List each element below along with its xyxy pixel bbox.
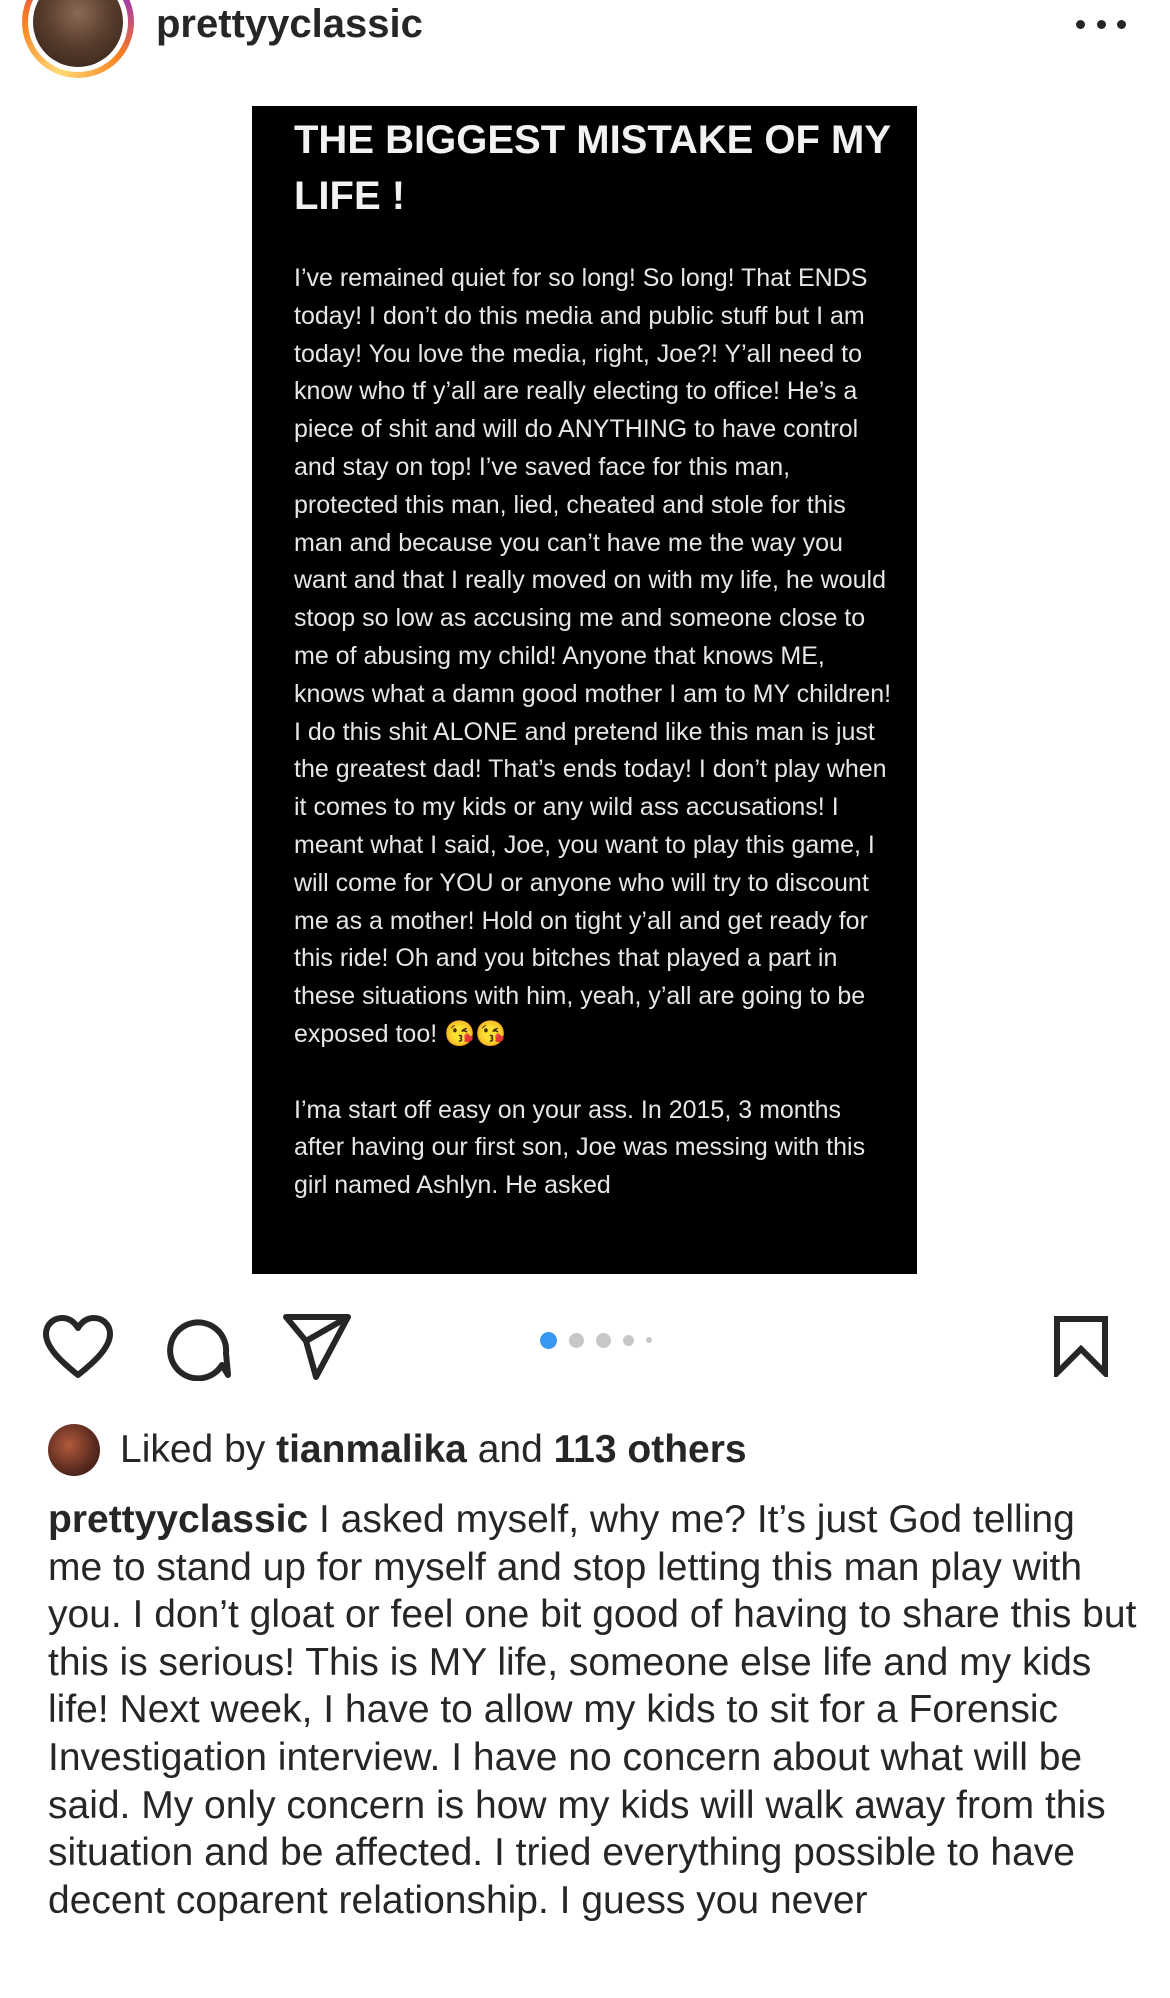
likes-text: Liked by tianmalika and 113 others: [120, 1428, 747, 1472]
carousel-indicator: [540, 1330, 652, 1350]
liker-avatar: [48, 1424, 100, 1476]
likes-middle: and: [466, 1428, 554, 1471]
post-media[interactable]: THE BIGGEST MISTAKE OF MY LIFE ! I’ve re…: [0, 106, 1170, 1276]
carousel-dot: [646, 1337, 652, 1343]
carousel-dot: [623, 1334, 634, 1346]
carousel-dot: [569, 1332, 584, 1348]
post-body: I’ve remained quiet for so long! So long…: [294, 260, 894, 1243]
post-title: THE BIGGEST MISTAKE OF MY LIFE !: [294, 118, 891, 218]
post-image: THE BIGGEST MISTAKE OF MY LIFE ! I’ve re…: [252, 106, 917, 1274]
post-header: prettyyclassic: [0, 0, 1170, 107]
more-dot: [1096, 19, 1106, 29]
username[interactable]: prettyyclassic: [156, 2, 423, 47]
heart-icon[interactable]: [42, 1315, 114, 1379]
story-ring[interactable]: [22, 0, 134, 78]
post-paragraph: I’ma start off easy on your ass. In 2015…: [294, 1095, 866, 1200]
post-paragraph: I’ve remained quiet for so long! So long…: [294, 264, 892, 1048]
more-dot: [1117, 19, 1126, 29]
bookmark-icon[interactable]: [1053, 1315, 1109, 1377]
carousel-dot-active: [540, 1331, 557, 1349]
caption-username[interactable]: prettyyclassic: [48, 1498, 308, 1541]
avatar: [33, 0, 123, 67]
caption: prettyyclassic I asked myself, why me? I…: [48, 1496, 1138, 1924]
send-icon[interactable]: [282, 1313, 352, 1381]
avatar-frame: [28, 0, 128, 72]
carousel-dot: [596, 1332, 611, 1348]
liker-username[interactable]: tianmalika: [276, 1428, 467, 1471]
comment-icon[interactable]: [164, 1313, 232, 1381]
likes-prefix: Liked by: [120, 1428, 277, 1471]
more-icon[interactable]: [1076, 14, 1126, 34]
caption-text: I asked myself, why me? It’s just God te…: [48, 1498, 1137, 1922]
likes-count[interactable]: 113 others: [554, 1428, 747, 1471]
more-dot: [1076, 19, 1085, 29]
likes-row[interactable]: Liked by tianmalika and 113 others: [48, 1422, 747, 1478]
